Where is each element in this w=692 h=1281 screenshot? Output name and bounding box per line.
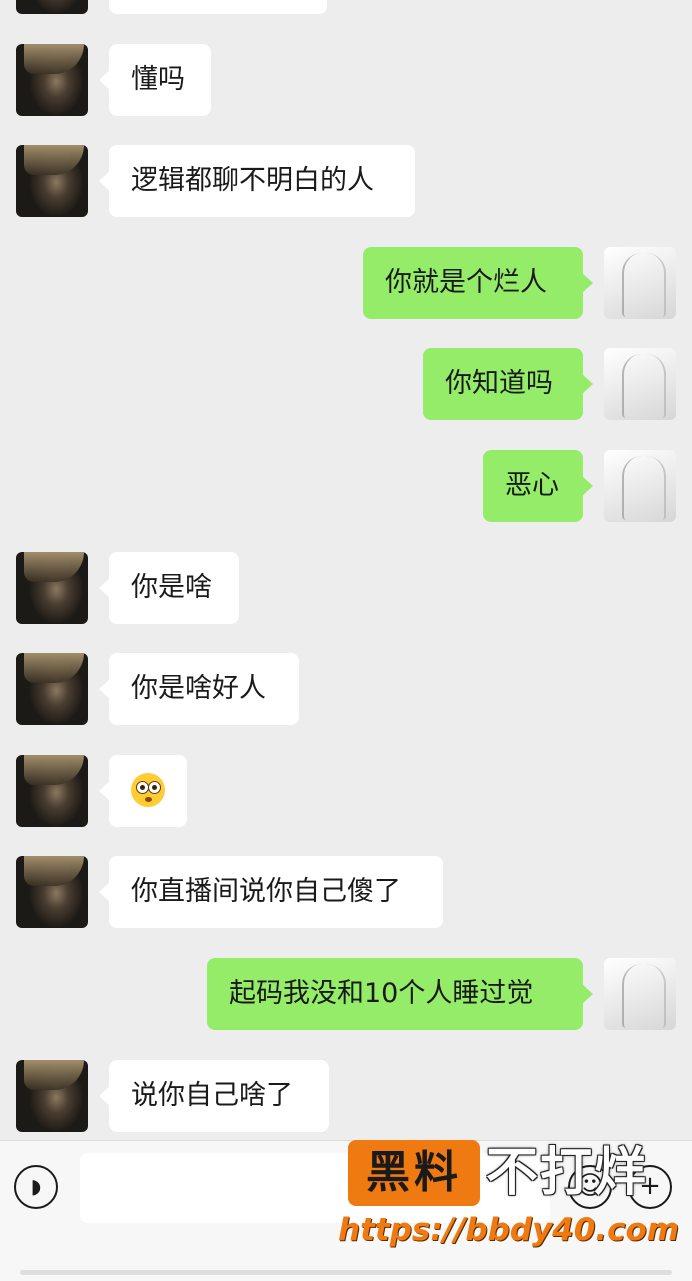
received-message-bubble[interactable] xyxy=(109,0,327,14)
received-message-bubble[interactable]: 你是啥好人 xyxy=(99,653,299,725)
message-row: 你是啥好人 xyxy=(0,653,692,725)
sent-message-bubble[interactable]: 你知道吗 xyxy=(423,348,593,420)
astonished-face-emoji-icon xyxy=(131,772,165,807)
chat-message-list[interactable]: 懂吗逻辑都聊不明白的人你就是个烂人你知道吗恶心你是啥你是啥好人你直播间说你自己傻… xyxy=(0,0,692,1140)
message-text: 你就是个烂人 xyxy=(385,267,547,298)
my-avatar[interactable] xyxy=(604,450,676,522)
message-row: 恶心 xyxy=(0,450,692,522)
sent-message-bubble[interactable]: 起码我没和10个人睡过觉 xyxy=(207,958,593,1030)
contact-avatar[interactable] xyxy=(16,0,88,14)
contact-avatar[interactable] xyxy=(16,653,88,725)
contact-avatar[interactable] xyxy=(16,755,88,827)
received-message-bubble[interactable]: 你是啥 xyxy=(99,552,239,624)
message-text: 起码我没和10个人睡过觉 xyxy=(229,978,534,1009)
message-text: 你是啥 xyxy=(131,572,212,603)
message-row: 说你自己啥了 xyxy=(0,1060,692,1132)
message-row: 逻辑都聊不明白的人 xyxy=(0,145,692,217)
message-row: 懂吗 xyxy=(0,44,692,116)
message-row: 你知道吗 xyxy=(0,348,692,420)
message-text: 你知道吗 xyxy=(445,368,553,399)
received-message-bubble[interactable] xyxy=(99,755,187,827)
my-avatar[interactable] xyxy=(604,348,676,420)
message-text: 恶心 xyxy=(505,470,559,501)
message-row: 你直播间说你自己傻了 xyxy=(0,856,692,928)
received-message-bubble[interactable]: 你直播间说你自己傻了 xyxy=(99,856,443,928)
message-row: 你是啥 xyxy=(0,552,692,624)
message-row: 你就是个烂人 xyxy=(0,247,692,319)
contact-avatar[interactable] xyxy=(16,856,88,928)
my-avatar[interactable] xyxy=(604,247,676,319)
message-row xyxy=(0,755,692,827)
sent-message-bubble[interactable]: 你就是个烂人 xyxy=(363,247,593,319)
voice-icon[interactable]: ◗ xyxy=(14,1165,58,1209)
my-avatar[interactable] xyxy=(604,958,676,1030)
message-text: 说你自己啥了 xyxy=(131,1080,293,1111)
message-text: 你直播间说你自己傻了 xyxy=(131,876,401,907)
contact-avatar[interactable] xyxy=(16,44,88,116)
message-row xyxy=(0,0,692,14)
received-message-bubble[interactable]: 懂吗 xyxy=(99,44,211,116)
contact-avatar[interactable] xyxy=(16,145,88,217)
message-text: 逻辑都聊不明白的人 xyxy=(131,165,374,196)
watermark-url: https://bbdy40.com xyxy=(338,1212,680,1248)
contact-avatar[interactable] xyxy=(16,552,88,624)
watermark: 黑料 不打烊 https://bbdy40.com xyxy=(338,1136,686,1256)
message-row: 起码我没和10个人睡过觉 xyxy=(0,958,692,1030)
watermark-text: 不打烊 xyxy=(486,1143,649,1203)
received-message-bubble[interactable]: 说你自己啥了 xyxy=(99,1060,329,1132)
received-message-bubble[interactable]: 逻辑都聊不明白的人 xyxy=(99,145,415,217)
message-text: 懂吗 xyxy=(131,64,185,95)
sent-message-bubble[interactable]: 恶心 xyxy=(483,450,593,522)
contact-avatar[interactable] xyxy=(16,1060,88,1132)
watermark-logo-box: 黑料 xyxy=(348,1140,480,1206)
message-text: 你是啥好人 xyxy=(131,673,266,704)
home-indicator xyxy=(20,1270,672,1275)
